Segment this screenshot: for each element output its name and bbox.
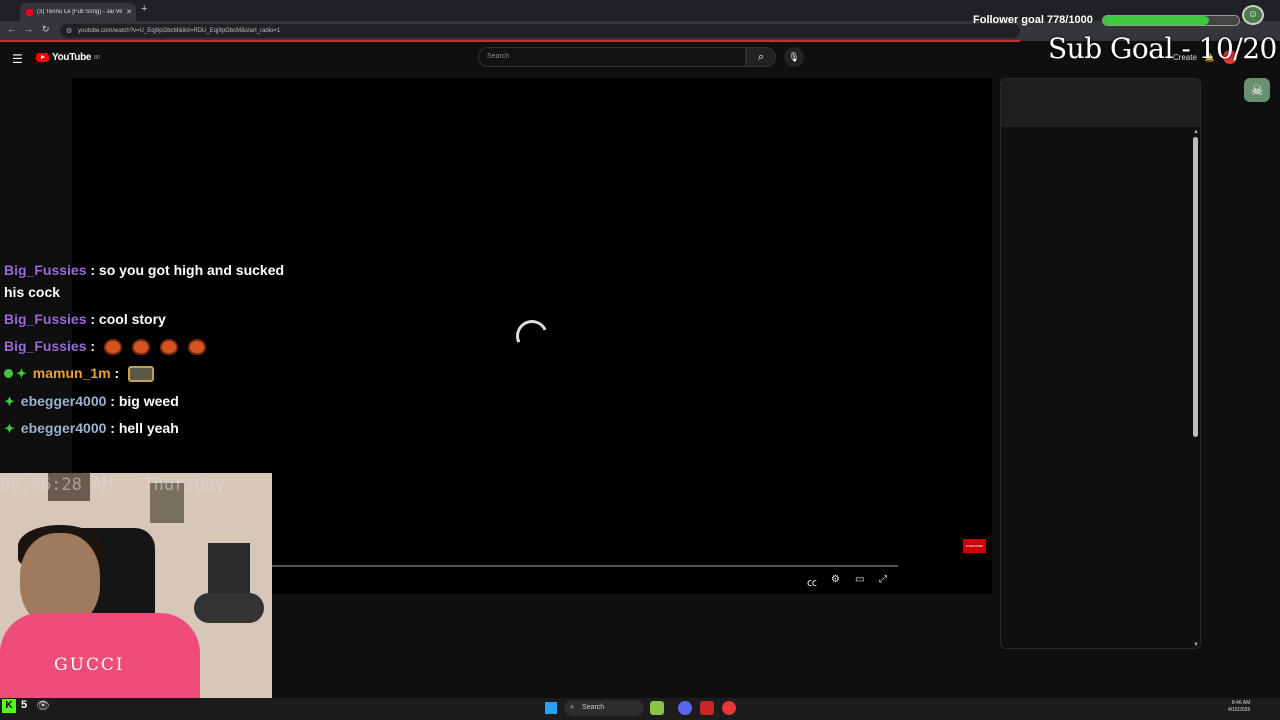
chat-username: mamun_1m [32, 365, 111, 381]
taskbar-search-label: Search [582, 704, 605, 711]
weed-emote-icon [128, 366, 155, 383]
tab-title: (3) Tennu Le [Full Song] - Jai Ve [37, 9, 123, 15]
chat-username: Big_Fussies [4, 338, 87, 354]
clock-time: 8:46 AM [1231, 700, 1251, 706]
microphone [194, 593, 264, 623]
fullscreen-icon[interactable]: ⤢ [879, 574, 887, 585]
pumpkin-emote-icon [187, 339, 206, 356]
tab-close-icon[interactable]: ✕ [126, 8, 136, 16]
recommendations-panel [1000, 78, 1201, 649]
skull-avatar-icon: ☠ [1244, 78, 1270, 102]
chat-message: Big_Fussies : [4, 338, 211, 356]
eye-icon: 👁 [36, 700, 50, 712]
windows-start-icon[interactable] [545, 702, 557, 714]
system-clock[interactable]: 8:46 AM 4/16/2026 [1228, 700, 1250, 714]
sub-badge-icon: ✦ [4, 421, 15, 436]
playlist-header [1001, 79, 1200, 127]
follower-goal-bar [1102, 15, 1240, 26]
scroll-up-icon[interactable]: ▲ [1193, 129, 1199, 135]
youtube-wordmark: YouTube [52, 52, 92, 63]
chrome-icon[interactable] [722, 701, 736, 715]
voice-search-icon[interactable]: 🎙 [784, 47, 804, 67]
chat-message-continuation: his cock [4, 284, 61, 300]
streamer-logo-icon: ☺ [1242, 5, 1264, 25]
pumpkin-emote-icon [131, 339, 150, 356]
youtube-logo[interactable]: YouTube 80 [36, 52, 100, 63]
chat-text: : big weed [110, 393, 179, 409]
scroll-down-icon[interactable]: ▼ [1193, 642, 1199, 648]
captions-icon[interactable]: ㏄ [807, 574, 817, 589]
app-icon[interactable] [700, 701, 714, 715]
chat-text: : so you got high and sucked [90, 262, 285, 278]
chat-message: ✦ ebegger4000 : hell yeah [4, 420, 179, 437]
chat-message: Big_Fussies : so you got high and sucked [4, 262, 284, 278]
taskbar-search[interactable]: ⌕ Search [564, 700, 644, 716]
forward-button[interactable]: → [24, 24, 33, 34]
search-icon[interactable]: ⌕ [746, 47, 776, 67]
webcam-feed: GUCCI [0, 473, 272, 699]
clock-overlay: 08:46:28 AM - Thursday [0, 475, 226, 495]
viewer-count: 5 [21, 699, 28, 711]
widgets-icon[interactable] [650, 701, 664, 715]
pumpkin-emote-icon [103, 339, 122, 356]
wall-poster [208, 543, 250, 595]
search-input[interactable]: Search [478, 47, 746, 67]
chat-message: ✦ mamun_1m : [4, 365, 159, 383]
chat-text: : cool story [90, 311, 166, 327]
follower-goal-label: Follower goal 778/1000 [973, 14, 1093, 26]
chat-text: : [114, 365, 120, 381]
progress-bar[interactable] [272, 565, 898, 567]
sub-goal-label: Sub Goal - 10/20 [1048, 32, 1277, 65]
chat-username: ebegger4000 [20, 393, 107, 409]
youtube-favicon-icon [26, 8, 33, 16]
chat-text: : [90, 338, 96, 354]
chat-username: ebegger4000 [20, 420, 107, 436]
verified-badge-icon [4, 369, 13, 378]
back-button[interactable]: ← [7, 24, 16, 34]
chat-message: ✦ ebegger4000 : big weed [4, 393, 179, 410]
clock-date: 4/16/2026 [1228, 707, 1251, 713]
reload-button[interactable]: ↻ [42, 24, 50, 35]
follower-goal-fill [1103, 16, 1209, 25]
address-bar[interactable]: ⚙ youtube.com/watch?v=U_Eqj9pGbcM&list=R… [60, 24, 1020, 38]
chat-message: Big_Fussies : cool story [4, 311, 166, 327]
menu-icon[interactable]: ☰ [12, 52, 23, 66]
shirt-logo-text: GUCCI [54, 655, 125, 675]
site-info-icon[interactable]: ⚙ [66, 27, 72, 35]
theater-mode-icon[interactable]: ▭ [855, 574, 864, 585]
chat-username: Big_Fussies [4, 262, 87, 278]
pumpkin-emote-icon [159, 339, 178, 356]
scrollbar-thumb[interactable] [1193, 137, 1198, 437]
browser-tab[interactable]: (3) Tennu Le [Full Song] - Jai Ve ✕ [20, 3, 136, 21]
new-tab-button[interactable]: + [141, 3, 147, 15]
chat-username: Big_Fussies [4, 311, 87, 327]
search-icon: ⌕ [570, 702, 575, 711]
youtube-play-icon [36, 53, 49, 62]
discord-icon[interactable] [678, 701, 692, 715]
kick-logo-icon: K [2, 699, 16, 713]
sub-badge-icon: ✦ [4, 394, 15, 409]
url-text: youtube.com/watch?v=U_Eqj9pGbcM&list=RDU… [78, 28, 281, 34]
chat-text: : hell yeah [110, 420, 179, 436]
channel-watermark[interactable]: SUBSCRIBE [963, 539, 986, 553]
sub-badge-icon: ✦ [16, 366, 27, 381]
settings-gear-icon[interactable]: ⚙ [831, 574, 840, 585]
country-code: 80 [94, 54, 100, 61]
